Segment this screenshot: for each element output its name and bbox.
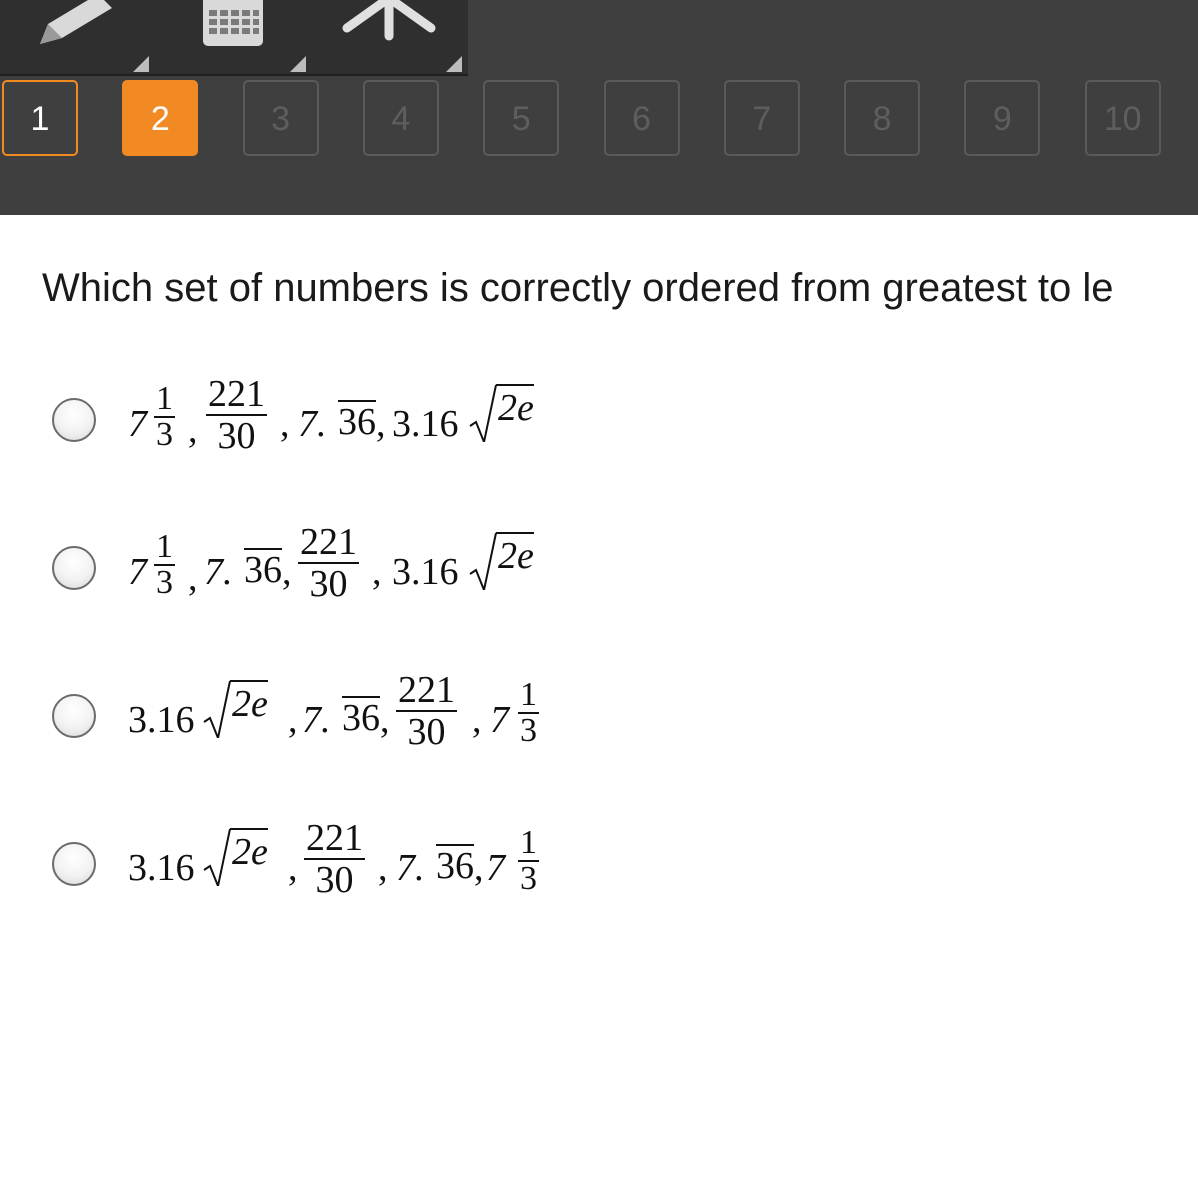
fraction-denominator: 3 [520, 712, 537, 749]
fraction-denominator: 30 [217, 415, 256, 457]
fraction-numerator: 1 [518, 676, 539, 714]
question-nav-1[interactable]: 1 [2, 80, 78, 156]
answer-choice-2[interactable]: 7 1 3, 7. 36, 221 30, 3.16 2e [0, 510, 1198, 630]
comma: , [472, 699, 482, 741]
radio-button[interactable] [52, 546, 96, 590]
comma: , [288, 847, 298, 889]
fraction-numerator: 221 [298, 521, 359, 564]
repeating-decimal-integer: 7. [204, 551, 233, 593]
pencil-tool-button[interactable] [0, 0, 155, 74]
question-text: Which set of numbers is correctly ordere… [42, 266, 1114, 310]
question-nav-4[interactable]: 4 [362, 80, 439, 156]
question-nav-9[interactable]: 9 [964, 80, 1041, 156]
answer-choice-4[interactable]: 3.16 2e, 221 30, 7. 36, 7 1 3 [0, 806, 1198, 926]
radicand: 2e [496, 532, 534, 578]
fraction: 221 30 [298, 522, 359, 604]
choice-expression: 3.16 2e, 221 30, 7. 36, 7 1 3 [128, 806, 628, 926]
radical-sign-icon [469, 532, 497, 590]
answer-choice-3[interactable]: 3.16 2e, 7. 36, 221 30, 7 1 3 [0, 658, 1198, 778]
question-nav-3[interactable]: 3 [242, 80, 319, 156]
coefficient: 3.16 [392, 403, 459, 445]
tool-menu-corner-icon [290, 56, 306, 72]
repeating-digits: 36 [436, 844, 474, 887]
fraction: 221 30 [206, 374, 267, 456]
comma: , [378, 847, 388, 889]
fraction-denominator: 3 [156, 564, 173, 601]
pointer-tool-icon [342, 0, 436, 41]
fraction: 13 [518, 826, 539, 896]
calculator-tool-button[interactable] [157, 0, 312, 74]
fraction: 221 30 [396, 670, 457, 752]
coefficient: 3.16 [128, 699, 195, 741]
radio-button[interactable] [52, 842, 96, 886]
top-bar: 1 2 3 4 5 6 7 8 9 10 [0, 0, 1198, 215]
question-navigation: 1 2 3 4 5 6 7 8 9 10 [0, 80, 1198, 160]
repeating-digits: 36 [338, 400, 376, 443]
choice-expression: 7 1 3, 7. 36, 221 30, 3.16 2e [128, 510, 628, 630]
fraction-denominator: 30 [309, 563, 348, 605]
radio-button[interactable] [52, 694, 96, 738]
repeating-decimal-integer: 7. [302, 699, 331, 741]
fraction-numerator: 1 [154, 528, 175, 566]
radical-sign-icon [469, 384, 497, 442]
question-nav-2[interactable]: 2 [122, 80, 199, 156]
fraction-numerator: 221 [304, 817, 365, 860]
comma: , [188, 409, 198, 451]
comma: , [282, 551, 292, 593]
pointer-tool-button[interactable] [313, 0, 468, 74]
choice-expression: 3.16 2e, 7. 36, 221 30, 7 1 3 [128, 658, 628, 778]
comma: , [474, 847, 484, 889]
mixed-number-whole: 7 [128, 551, 147, 593]
fraction-denominator: 30 [315, 859, 354, 901]
comma: , [280, 403, 290, 445]
comma: , [380, 699, 390, 741]
radical-sign-icon [203, 680, 231, 738]
coefficient: 3.16 [392, 551, 459, 593]
tool-menu-corner-icon [133, 56, 149, 72]
fraction: 13 [518, 678, 539, 748]
comma: , [372, 551, 382, 593]
fraction: 221 30 [304, 818, 365, 900]
radicand: 2e [496, 384, 534, 430]
fraction: 13 [154, 530, 175, 600]
fraction-numerator: 221 [396, 669, 457, 712]
choice-expression: 7 1 3, 221 30, 7. 36, 3.16 2e [128, 362, 628, 482]
question-nav-7[interactable]: 7 [723, 80, 800, 156]
radicand: 2e [230, 680, 268, 726]
fraction-denominator: 3 [156, 416, 173, 453]
pencil-icon [40, 0, 112, 44]
fraction-numerator: 1 [154, 380, 175, 418]
comma: , [288, 699, 298, 741]
repeating-digits: 36 [244, 548, 282, 591]
fraction-denominator: 30 [407, 711, 446, 753]
fraction-denominator: 3 [520, 860, 537, 897]
comma: , [376, 403, 386, 445]
tool-menu-corner-icon [446, 56, 462, 72]
answer-choice-1[interactable]: 7 1 3, 221 30, 7. 36, 3.16 2e [0, 362, 1198, 482]
mixed-number-whole: 7 [486, 847, 505, 889]
question-nav-8[interactable]: 8 [844, 80, 921, 156]
coefficient: 3.16 [128, 847, 195, 889]
mixed-number-whole: 7 [490, 699, 509, 741]
repeating-decimal-integer: 7. [298, 403, 327, 445]
radicand: 2e [230, 828, 268, 874]
mixed-number-whole: 7 [128, 403, 147, 445]
fraction-numerator: 221 [206, 373, 267, 416]
fraction: 13 [154, 382, 175, 452]
radical-sign-icon [203, 828, 231, 886]
radio-button[interactable] [52, 398, 96, 442]
fraction-numerator: 1 [518, 824, 539, 862]
question-nav-5[interactable]: 5 [483, 80, 560, 156]
repeating-digits: 36 [342, 696, 380, 739]
repeating-decimal-integer: 7. [396, 847, 425, 889]
question-nav-6[interactable]: 6 [603, 80, 680, 156]
comma: , [188, 557, 198, 599]
calculator-icon [203, 0, 263, 46]
question-nav-10[interactable]: 10 [1084, 80, 1161, 156]
toolbar [0, 0, 468, 76]
